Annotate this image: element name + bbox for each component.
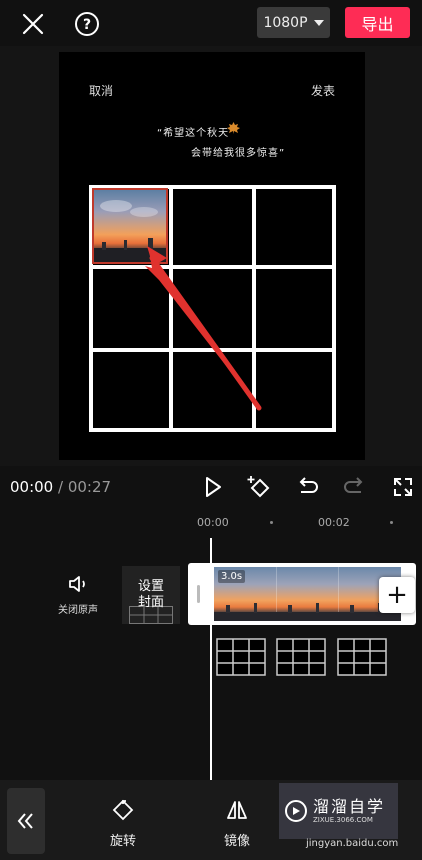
redo-icon bbox=[344, 477, 363, 493]
fullscreen-icon bbox=[394, 478, 412, 496]
dropdown-caret-icon bbox=[313, 19, 324, 26]
undo-button[interactable] bbox=[292, 472, 322, 502]
speaker-icon bbox=[69, 576, 85, 592]
timecode: 00:00 / 00:27 bbox=[10, 478, 111, 496]
grid-overlay-thumb[interactable] bbox=[276, 638, 326, 676]
rotate-tool[interactable]: 旋转 bbox=[98, 798, 148, 849]
undo-icon bbox=[299, 477, 318, 493]
cover-label-line2: 封面 bbox=[137, 595, 164, 610]
grid-overlay-thumb[interactable] bbox=[216, 638, 266, 676]
ruler-tick bbox=[390, 521, 393, 524]
double-chevron-left-icon bbox=[17, 813, 33, 829]
red-arrow-annotation bbox=[145, 246, 262, 411]
close-icon[interactable] bbox=[18, 9, 48, 39]
keyframe-button[interactable] bbox=[244, 472, 274, 502]
watermark-url: jingyan.baidu.com bbox=[306, 838, 399, 849]
total-time: 00:27 bbox=[67, 478, 112, 496]
fullscreen-button[interactable] bbox=[388, 472, 418, 502]
cover-label-line1: 设置 bbox=[137, 579, 164, 594]
mute-label: 关闭原声 bbox=[58, 605, 98, 616]
watermark-badge: 溜溜自学 ZIXUE.3066.COM bbox=[279, 783, 398, 839]
svg-text:?: ? bbox=[83, 17, 91, 33]
play-button[interactable] bbox=[198, 472, 228, 502]
resolution-dropdown[interactable]: 1080P bbox=[257, 7, 330, 38]
help-icon[interactable]: ? bbox=[72, 9, 102, 39]
ruler-label: 00:00 bbox=[197, 516, 229, 529]
cover-label: 设置 封面 bbox=[122, 579, 180, 611]
redo-button[interactable] bbox=[340, 472, 370, 502]
watermark-title: 溜溜自学 bbox=[313, 797, 386, 816]
watermark-subtitle: ZIXUE.3066.COM bbox=[313, 816, 373, 824]
keyframe-add-icon bbox=[247, 476, 270, 498]
ruler-tick bbox=[270, 521, 273, 524]
watermark-logo-icon bbox=[285, 800, 307, 822]
clip-duration: 3.0s bbox=[218, 570, 246, 583]
grid-overlay-thumb[interactable] bbox=[337, 638, 387, 676]
rotate-icon bbox=[112, 799, 134, 821]
mirror-icon bbox=[227, 801, 247, 819]
resolution-label: 1080P bbox=[263, 14, 308, 31]
rotate-label: 旋转 bbox=[109, 834, 136, 849]
playhead[interactable] bbox=[210, 538, 212, 780]
add-clip-button[interactable]: + bbox=[379, 577, 415, 613]
mirror-label: 镜像 bbox=[223, 834, 250, 849]
clip-trim-handle[interactable] bbox=[197, 585, 200, 603]
time-separator: / bbox=[53, 478, 68, 496]
top-bar: ? 1080P 导出 bbox=[0, 0, 422, 46]
set-cover-button[interactable]: 设置 封面 bbox=[122, 566, 180, 624]
current-time: 00:00 bbox=[10, 478, 54, 496]
mirror-tool[interactable]: 镜像 bbox=[212, 798, 262, 849]
export-button[interactable]: 导出 bbox=[345, 7, 410, 38]
play-icon bbox=[206, 477, 221, 497]
mute-original-audio-button[interactable]: 关闭原声 bbox=[58, 574, 98, 616]
video-canvas[interactable]: 取消 发表 “希望这个秋天 会带给我很多惊喜” bbox=[59, 52, 365, 460]
collapse-back-button[interactable] bbox=[7, 788, 45, 854]
ruler-label: 00:02 bbox=[318, 516, 350, 529]
